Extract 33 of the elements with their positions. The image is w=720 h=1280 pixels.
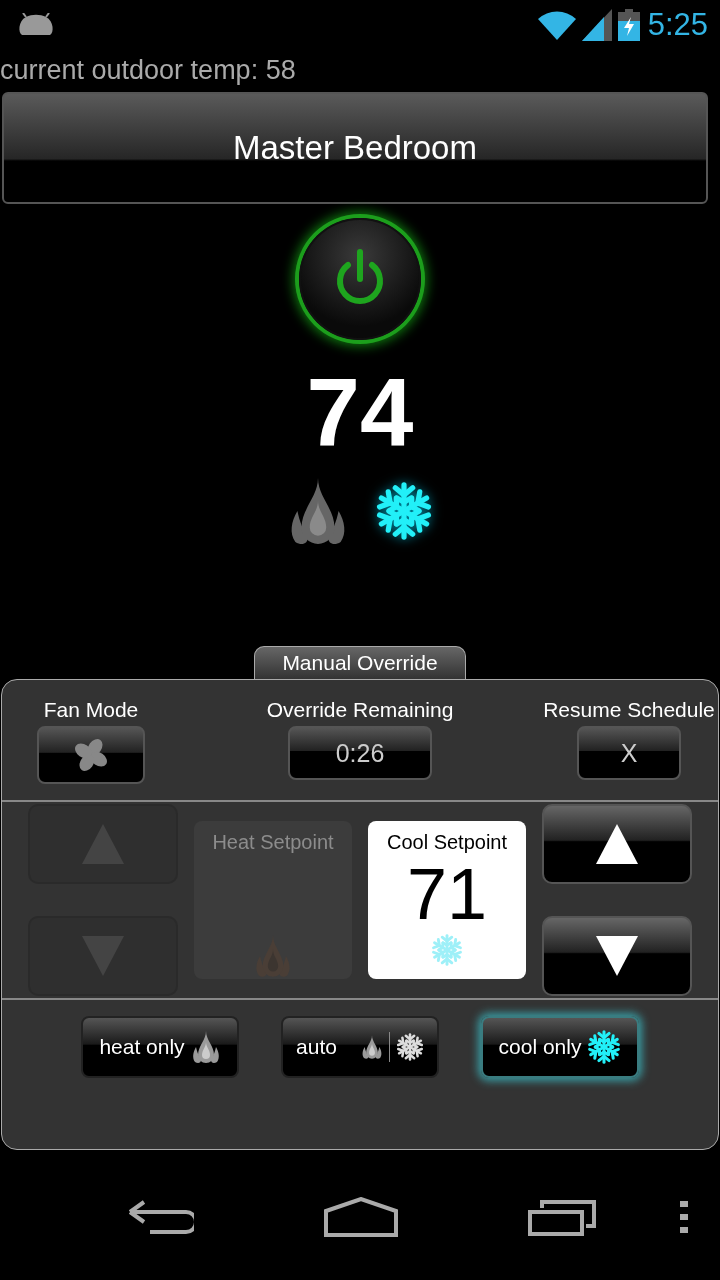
snowflake-icon: [431, 934, 463, 966]
current-temperature: 74: [306, 358, 414, 468]
signal-icon: [581, 9, 612, 41]
control-label: Fan Mode: [43, 698, 139, 722]
override-time-button[interactable]: 0:26: [288, 726, 432, 780]
manual-override-tab[interactable]: Manual Override: [254, 646, 466, 679]
setpoint-value: 71: [406, 854, 488, 934]
fan-mode-button[interactable]: [37, 726, 145, 784]
wifi-icon: [537, 10, 576, 40]
fan-icon: [73, 737, 109, 773]
android-icon: [18, 13, 54, 37]
setpoint-label: Cool Setpoint: [386, 831, 508, 854]
mode-button[interactable]: cool only: [481, 1016, 639, 1078]
home-icon[interactable]: [324, 1197, 398, 1237]
down-arrow-icon: [596, 936, 638, 976]
snowflake-icon: [587, 1030, 622, 1064]
raise-setpoint-button[interactable]: [542, 804, 692, 884]
snowflake-icon: [395, 1033, 424, 1061]
up-arrow-icon: [596, 824, 638, 864]
control-label: Override Remaining: [266, 698, 454, 722]
lower-setpoint-button[interactable]: [542, 916, 692, 996]
recents-icon[interactable]: [528, 1198, 598, 1236]
overflow-menu-icon[interactable]: [680, 1201, 688, 1233]
mode-button[interactable]: auto: [281, 1016, 439, 1078]
zone-button[interactable]: Master Bedroom: [2, 92, 708, 204]
back-icon[interactable]: [126, 1198, 194, 1236]
mode-button[interactable]: heat only: [81, 1016, 239, 1078]
setpoint-label: Heat Setpoint: [212, 831, 334, 854]
outdoor-temperature: current outdoor temp: 58: [0, 54, 296, 87]
clock-time: 5:25: [647, 7, 708, 43]
control-label: Resume Schedule: [543, 698, 715, 722]
battery-icon: [617, 9, 640, 41]
resume-schedule-button[interactable]: X: [577, 726, 681, 780]
